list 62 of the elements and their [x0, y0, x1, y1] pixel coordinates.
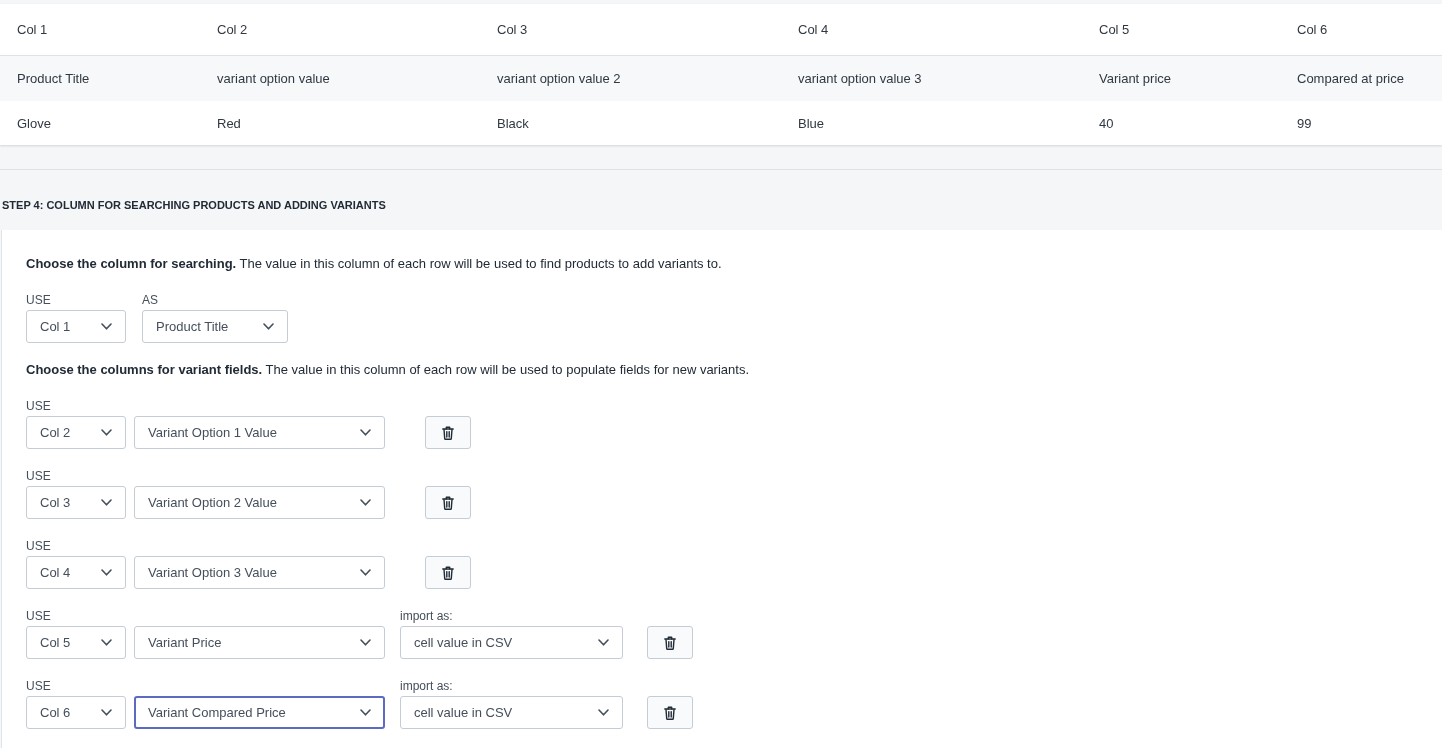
- field-dropdown[interactable]: Variant Compared Price: [134, 696, 385, 729]
- table-cell: variant option value 3: [781, 56, 1082, 101]
- table-cell: variant option value 2: [480, 56, 781, 101]
- table-cell-text: 40: [1098, 114, 1115, 133]
- field-label: import as:: [400, 609, 453, 623]
- chevron-down-icon: [360, 709, 371, 716]
- table-cell-text: Glove: [16, 114, 52, 133]
- field-label: USE: [26, 293, 51, 307]
- field-dropdown[interactable]: Variant Option 3 Value: [134, 556, 385, 589]
- table-cell-text: Blue: [797, 114, 826, 133]
- chevron-down-icon: [101, 709, 112, 716]
- trash-icon: [442, 425, 454, 440]
- field-label: AS: [142, 293, 158, 307]
- chevron-down-icon: [101, 499, 112, 506]
- chevron-down-icon: [360, 569, 371, 576]
- table-cell: Compared at price: [1280, 56, 1442, 101]
- delete-button[interactable]: [647, 626, 693, 659]
- column-dropdown[interactable]: Col 5: [26, 626, 126, 659]
- trash-icon: [442, 565, 454, 580]
- field-label: USE: [26, 469, 51, 483]
- field-label: USE: [26, 679, 51, 693]
- column-dropdown[interactable]: Col 6: [26, 696, 126, 729]
- chevron-down-icon: [360, 639, 371, 646]
- chevron-down-icon: [101, 323, 112, 330]
- trash-icon: [664, 705, 676, 720]
- chevron-down-icon: [598, 639, 609, 646]
- field-dropdown[interactable]: Variant Option 1 Value: [134, 416, 385, 449]
- table-cell-text: Black: [496, 114, 530, 133]
- import-dropdown[interactable]: cell value in CSV: [400, 696, 623, 729]
- column-dropdown[interactable]: Col 2: [26, 416, 126, 449]
- section-title: STEP 4: COLUMN FOR SEARCHING PRODUCTS AND ADDING VARIANTS: [2, 199, 386, 211]
- field-label: USE: [26, 609, 51, 623]
- instruction-text: Choose the columns for variant fields. The value in this column of each row will be used to populate fields for new variants.: [26, 361, 751, 379]
- chevron-down-icon: [360, 429, 371, 436]
- trash-icon: [442, 495, 454, 510]
- delete-button[interactable]: [425, 486, 471, 519]
- chevron-down-icon: [360, 499, 371, 506]
- delete-button[interactable]: [425, 416, 471, 449]
- field-label: USE: [26, 399, 51, 413]
- field-dropdown[interactable]: Variant Price: [134, 626, 385, 659]
- field-dropdown[interactable]: Variant Option 2 Value: [134, 486, 385, 519]
- delete-button[interactable]: [425, 556, 471, 589]
- chevron-down-icon: [598, 709, 609, 716]
- chevron-down-icon: [101, 429, 112, 436]
- delete-button[interactable]: [647, 696, 693, 729]
- table-cell: variant option value: [200, 56, 480, 101]
- import-dropdown[interactable]: cell value in CSV: [400, 626, 623, 659]
- column-dropdown[interactable]: Col 3: [26, 486, 126, 519]
- table-cell: Product Title: [0, 56, 200, 101]
- chevron-down-icon: [101, 639, 112, 646]
- trash-icon: [664, 635, 676, 650]
- table-cell-text: 99: [1296, 114, 1313, 133]
- field-label: USE: [26, 539, 51, 553]
- chevron-down-icon: [101, 569, 112, 576]
- table-cell: Variant price: [1082, 56, 1280, 101]
- instruction-text: Choose the column for searching. The value in this column of each row will be used to find products to add variants to.: [26, 255, 723, 273]
- column-dropdown[interactable]: Col 4: [26, 556, 126, 589]
- chevron-down-icon: [263, 323, 274, 330]
- field-dropdown[interactable]: Product Title: [142, 310, 288, 343]
- table-cell-text: Red: [216, 114, 242, 133]
- field-label: import as:: [400, 679, 453, 693]
- column-dropdown[interactable]: Col 1: [26, 310, 126, 343]
